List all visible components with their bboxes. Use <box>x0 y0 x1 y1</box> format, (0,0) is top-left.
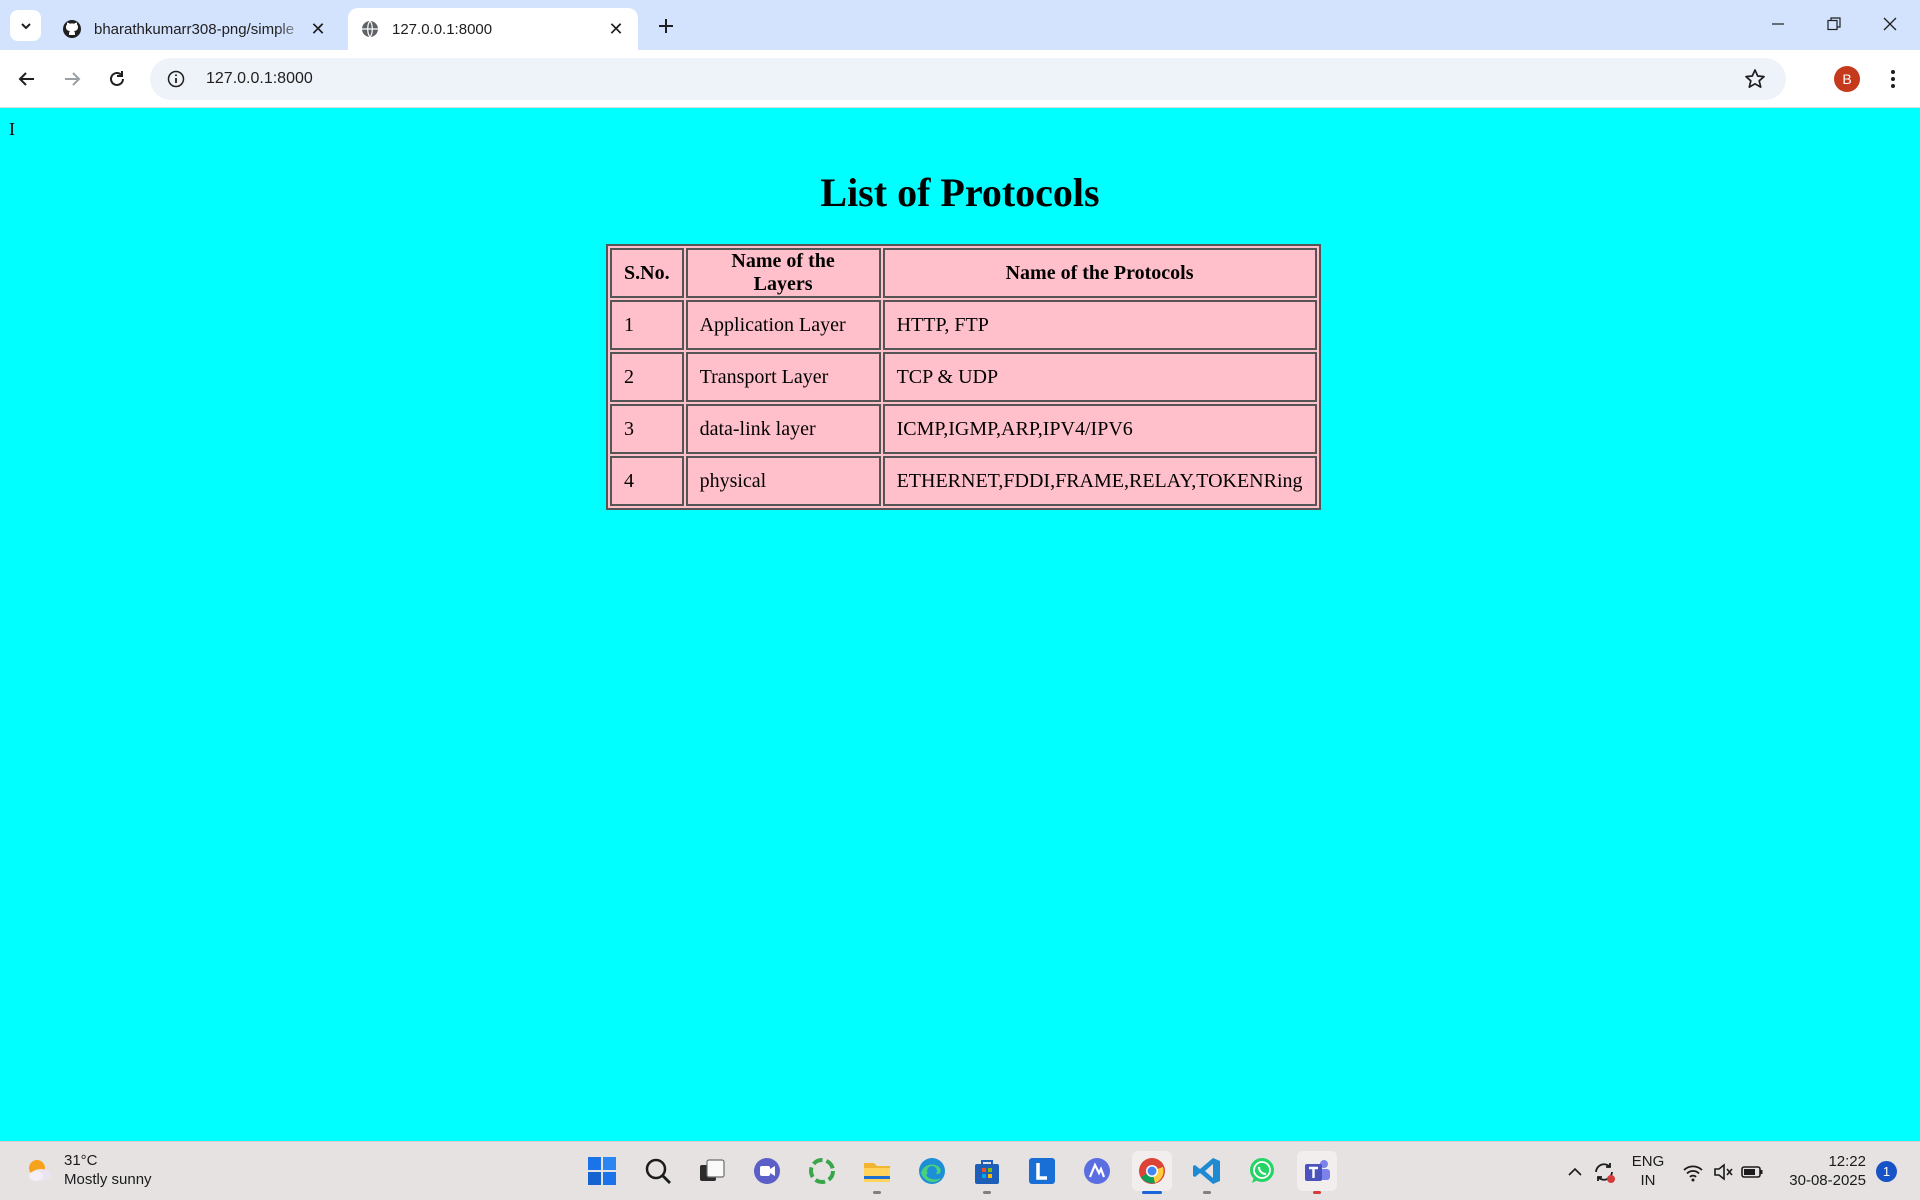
tab-github[interactable]: bharathkumarr308-png/simple ✕ <box>50 8 340 50</box>
tab-search-button[interactable] <box>10 10 41 41</box>
cell-sno: 2 <box>610 352 684 402</box>
column-header-protocols: Name of the Protocols <box>882 248 1317 298</box>
table-row: 1 Application Layer HTTP, FTP <box>610 300 1317 350</box>
active-indicator <box>1142 1191 1162 1194</box>
clock-date: 30-08-2025 <box>1789 1172 1866 1189</box>
profile-avatar[interactable]: B <box>1834 66 1860 92</box>
cell-protocols: ETHERNET,FDDI,FRAME,RELAY,TOKENRing <box>882 456 1317 506</box>
l-app-icon[interactable] <box>1022 1151 1062 1191</box>
partly-sunny-icon <box>29 1160 51 1181</box>
column-header-sno: S.No. <box>610 248 684 298</box>
teams-icon[interactable] <box>1297 1151 1337 1194</box>
arrow-left-icon <box>18 72 34 86</box>
cell-sno: 4 <box>610 456 684 506</box>
clock[interactable]: 12:22 30-08-2025 <box>1778 1152 1866 1190</box>
protocols-table: S.No. Name of the Layers Name of the Pro… <box>606 244 1321 510</box>
tab-title: bharathkumarr308-png/simple <box>94 20 295 38</box>
close-tab-icon[interactable]: ✕ <box>308 19 328 39</box>
restore-button[interactable] <box>1806 0 1862 48</box>
address-bar[interactable]: 127.0.0.1:8000 <box>150 58 1786 100</box>
cell-protocols: HTTP, FTP <box>882 300 1317 350</box>
weather-temperature: 31°C <box>64 1152 98 1169</box>
close-icon <box>1883 17 1897 31</box>
column-header-layer: Name of the Layers <box>685 248 881 298</box>
reload-icon <box>110 71 124 86</box>
copilot-icon[interactable] <box>802 1151 842 1191</box>
plus-icon <box>659 19 673 33</box>
cell-layer: physical <box>685 456 881 506</box>
notification-indicator <box>1313 1191 1321 1194</box>
cell-protocols: TCP & UDP <box>882 352 1317 402</box>
arrow-right-icon <box>65 72 81 86</box>
file-explorer-icon[interactable] <box>857 1151 897 1194</box>
tab-localhost[interactable]: 127.0.0.1:8000 ✕ <box>348 8 638 50</box>
cell-layer: Transport Layer <box>685 352 881 402</box>
cell-layer: data-link layer <box>685 404 881 454</box>
text-cursor: I <box>9 119 15 139</box>
language-indicator[interactable]: ENG IN <box>1628 1152 1668 1190</box>
running-indicator <box>1203 1191 1211 1194</box>
cell-sno: 3 <box>610 404 684 454</box>
windows-start-icon[interactable] <box>582 1151 622 1191</box>
ai-app-icon[interactable] <box>1077 1151 1117 1191</box>
task-view-icon[interactable] <box>692 1151 732 1191</box>
more-vertical-icon <box>1891 70 1895 88</box>
browser-toolbar: 127.0.0.1:8000 B <box>0 50 1920 108</box>
windows-taskbar: 31°C Mostly sunny ENG IN 12:22 30-08-202… <box>0 1141 1920 1200</box>
github-icon <box>62 19 82 39</box>
cell-protocols: ICMP,IGMP,ARP,IPV4/IPV6 <box>882 404 1317 454</box>
close-window-button[interactable] <box>1862 0 1918 48</box>
table-row: 2 Transport Layer TCP & UDP <box>610 352 1317 402</box>
running-indicator <box>983 1191 991 1194</box>
site-info-icon[interactable] <box>156 59 196 99</box>
microsoft-store-icon[interactable] <box>967 1151 1007 1194</box>
meet-icon[interactable] <box>747 1151 787 1191</box>
notification-badge[interactable]: 1 <box>1876 1161 1897 1182</box>
url-text[interactable]: 127.0.0.1:8000 <box>206 70 313 88</box>
restore-icon <box>1827 17 1841 31</box>
chrome-icon[interactable] <box>1132 1151 1172 1194</box>
forward-button[interactable] <box>55 62 89 96</box>
back-button[interactable] <box>10 62 44 96</box>
battery-icon[interactable] <box>1740 1160 1764 1184</box>
vscode-icon[interactable] <box>1187 1151 1227 1194</box>
sync-alert-icon[interactable] <box>1592 1160 1616 1184</box>
bookmark-star-icon[interactable] <box>1744 68 1766 90</box>
table-row: 4 physical ETHERNET,FDDI,FRAME,RELAY,TOK… <box>610 456 1317 506</box>
table-header-row: S.No. Name of the Layers Name of the Pro… <box>610 248 1317 298</box>
new-tab-button[interactable] <box>652 12 680 40</box>
show-hidden-icons-chevron-up-icon[interactable] <box>1563 1160 1587 1184</box>
edge-icon[interactable] <box>912 1151 952 1191</box>
running-indicator <box>873 1191 881 1194</box>
region-code: IN <box>1640 1172 1656 1189</box>
chevron-down-icon <box>20 22 31 29</box>
search-icon[interactable] <box>638 1151 678 1191</box>
wifi-icon[interactable] <box>1681 1160 1705 1184</box>
browser-tab-strip: bharathkumarr308-png/simple ✕ 127.0.0.1:… <box>0 0 1920 50</box>
weather-condition: Mostly sunny <box>64 1171 152 1188</box>
table-row: 3 data-link layer ICMP,IGMP,ARP,IPV4/IPV… <box>610 404 1317 454</box>
page-viewport: I List of Protocols S.No. Name of the La… <box>0 109 1920 1141</box>
minimize-button[interactable] <box>1750 0 1806 48</box>
minimize-icon <box>1772 23 1784 25</box>
globe-icon <box>360 19 380 39</box>
page-title: List of Protocols <box>820 170 1100 215</box>
close-tab-icon[interactable]: ✕ <box>606 19 626 39</box>
tab-title: 127.0.0.1:8000 <box>392 20 493 38</box>
volume-muted-icon[interactable] <box>1711 1160 1735 1184</box>
clock-time: 12:22 <box>1828 1153 1866 1170</box>
whatsapp-icon[interactable] <box>1242 1151 1282 1191</box>
weather-widget[interactable]: 31°C Mostly sunny <box>24 1151 152 1189</box>
reload-button[interactable] <box>100 62 134 96</box>
language-code: ENG <box>1631 1153 1665 1170</box>
cell-layer: Application Layer <box>685 300 881 350</box>
cell-sno: 1 <box>610 300 684 350</box>
browser-menu-button[interactable] <box>1878 64 1908 94</box>
